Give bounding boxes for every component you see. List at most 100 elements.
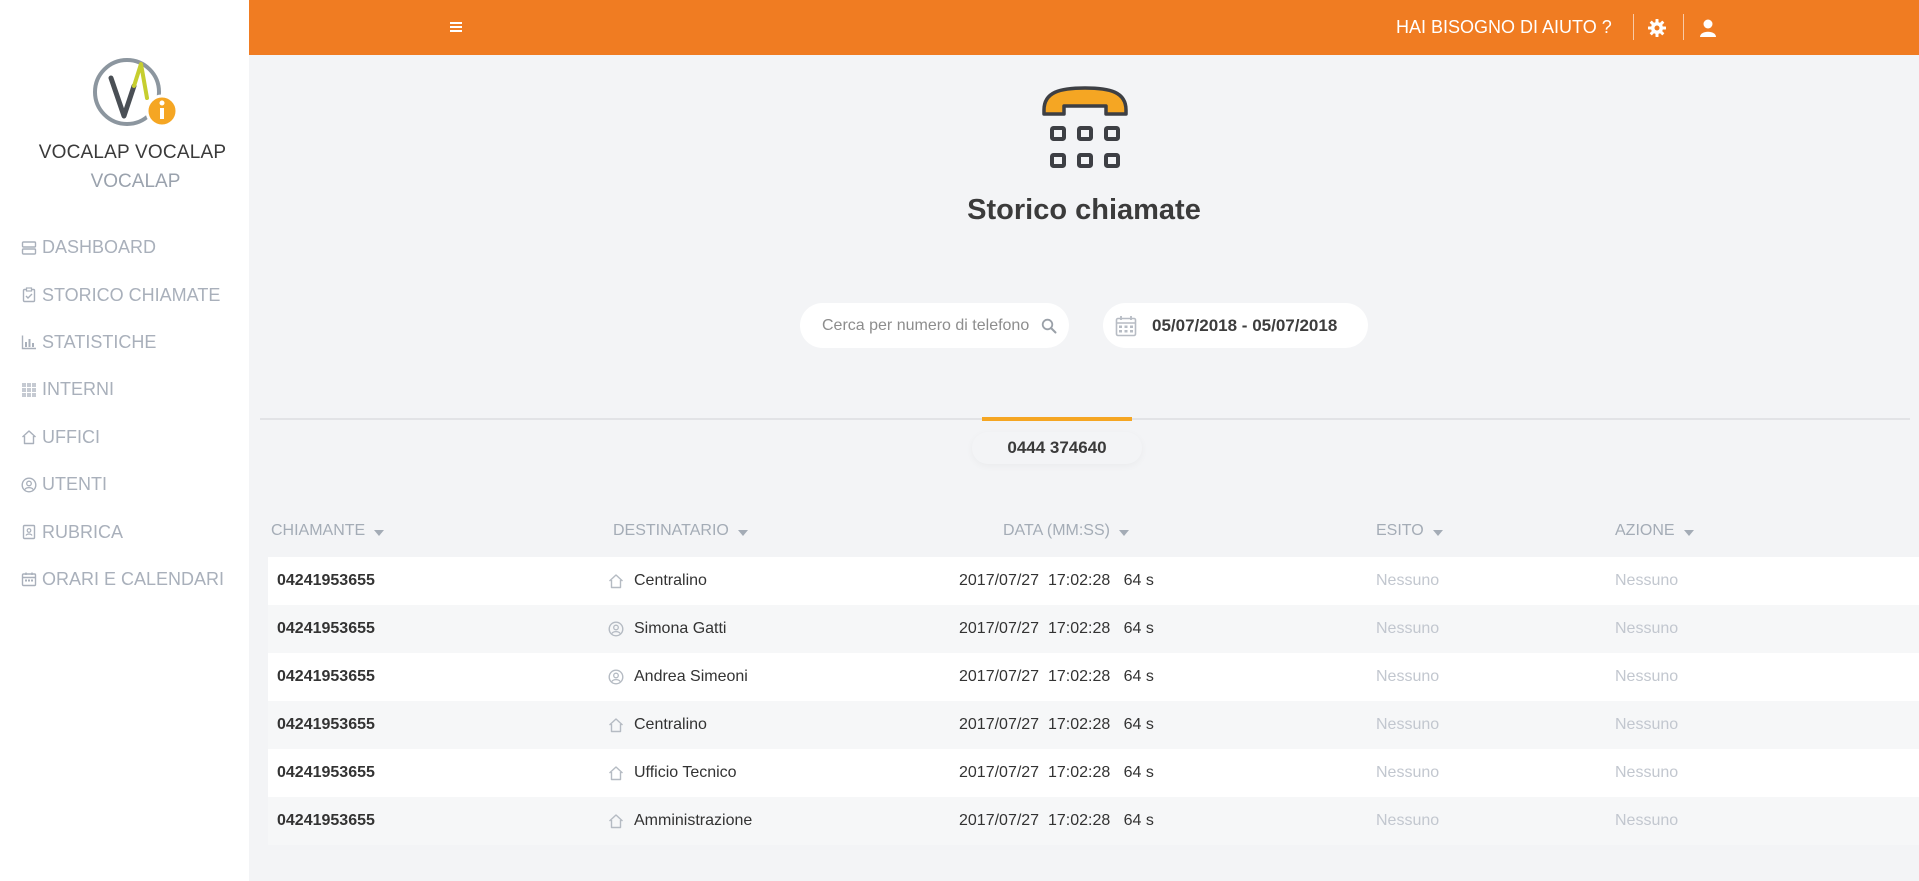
sidebar-item-utenti[interactable]: UTENTI <box>20 461 224 508</box>
sidebar-item-dashboard[interactable]: DASHBOARD <box>20 224 224 271</box>
recipient-name: Ufficio Tecnico <box>634 764 737 781</box>
page-title: Storico chiamate <box>967 194 1201 226</box>
call-outcome: Nessuno <box>1376 716 1440 733</box>
sidebar-item-label: INTERNI <box>42 379 114 400</box>
call-date: 2017/07/27 <box>959 572 1040 589</box>
call-time: 17:02:28 <box>1047 764 1111 781</box>
caller-number: 04241953655 <box>277 620 375 637</box>
telephone-icon <box>1042 86 1128 168</box>
search-icon[interactable] <box>1041 318 1057 334</box>
call-time: 17:02:28 <box>1047 620 1111 637</box>
table-row[interactable]: 04241953655 Centralino 2017/07/27 17:02:28… <box>268 701 1919 749</box>
call-time: 17:02:28 <box>1047 572 1111 589</box>
topbar-separator <box>1683 14 1684 40</box>
calls-table-body: 04241953655 Centralino 2017/07/27 17:02:28… <box>268 557 1919 845</box>
table-row[interactable]: 04241953655 Amministrazione 2017/07/27 17:… <box>268 797 1919 845</box>
table-row[interactable]: 04241953655 Simona Gatti 2017/07/27 17:02:… <box>268 605 1919 653</box>
call-action[interactable]: Nessuno <box>1615 797 1678 845</box>
dashboard-icon <box>20 239 38 257</box>
caller-number: 04241953655 <box>277 716 375 733</box>
sidebar-item-label: DASHBOARD <box>42 237 157 258</box>
sort-caret-icon <box>374 529 385 536</box>
call-date: 2017/07/27 <box>959 812 1040 829</box>
date-range-picker[interactable]: 05/07/2018 - 05/07/2018 <box>1103 303 1368 348</box>
call-outcome: Nessuno <box>1376 572 1440 589</box>
sidebar-nav: DASHBOARD STORICO CHIAMATE STATISTICHE I… <box>20 224 224 603</box>
call-duration: 64 s <box>1123 812 1154 829</box>
sidebar-item-label: UTENTI <box>42 474 107 495</box>
address-book-icon <box>20 523 38 541</box>
caller-number: 04241953655 <box>277 812 375 829</box>
call-outcome: Nessuno <box>1376 764 1440 781</box>
sidebar-item-statistiche[interactable]: STATISTICHE <box>20 319 224 366</box>
user-subtitle: VOCALAP <box>90 171 181 192</box>
recipient-name: Centralino <box>634 716 707 733</box>
call-time: 17:02:28 <box>1047 716 1111 733</box>
call-duration: 64 s <box>1123 668 1154 685</box>
help-link[interactable]: HAI BISOGNO DI AIUTO ? <box>1396 17 1612 38</box>
recipient: Centralino <box>608 557 707 605</box>
call-action[interactable]: Nessuno <box>1615 653 1678 701</box>
caller-number: 04241953655 <box>277 572 375 589</box>
sidebar-item-uffici[interactable]: UFFICI <box>20 414 224 461</box>
column-header-esito[interactable]: ESITO <box>1376 522 1443 540</box>
search-input[interactable] <box>822 303 1032 348</box>
call-duration: 64 s <box>1123 764 1154 781</box>
call-datetime: 2017/07/27 17:02:28 64 s <box>959 701 1154 749</box>
table-row[interactable]: 04241953655 Centralino 2017/07/27 17:02:28… <box>268 557 1919 605</box>
sidebar-item-label: UFFICI <box>42 426 100 447</box>
tab-number[interactable]: 0444 374640 <box>972 432 1142 464</box>
user-circle-icon <box>608 621 624 637</box>
table-row[interactable]: 04241953655 Andrea Simeoni 2017/07/27 17:0… <box>268 653 1919 701</box>
column-header-chiamante[interactable]: CHIAMANTE <box>271 522 385 540</box>
column-label: DESTINATARIO <box>613 522 729 539</box>
sort-caret-icon <box>1432 529 1443 536</box>
caller-number: 04241953655 <box>277 764 375 781</box>
sort-caret-icon <box>1683 529 1694 536</box>
phone-search <box>800 303 1069 348</box>
top-bar: HAI BISOGNO DI AIUTO ? <box>249 0 1919 55</box>
call-datetime: 2017/07/27 17:02:28 64 s <box>959 557 1154 605</box>
call-datetime: 2017/07/27 17:02:28 64 s <box>959 749 1154 797</box>
gear-icon[interactable] <box>1646 17 1668 39</box>
recipient: Simona Gatti <box>608 605 726 653</box>
call-action[interactable]: Nessuno <box>1615 557 1678 605</box>
column-header-data[interactable]: DATA (MM:SS) <box>1003 522 1129 540</box>
call-date: 2017/07/27 <box>959 620 1040 637</box>
bar-chart-icon <box>20 333 38 351</box>
calendar-icon <box>1115 316 1137 337</box>
grid-icon <box>20 381 38 399</box>
recipient-name: Amministrazione <box>634 812 753 829</box>
home-icon <box>608 717 624 733</box>
caller-number: 04241953655 <box>277 668 375 685</box>
hamburger-icon[interactable] <box>447 18 465 36</box>
recipient: Amministrazione <box>608 797 752 845</box>
call-action[interactable]: Nessuno <box>1615 605 1678 653</box>
call-date: 2017/07/27 <box>959 764 1040 781</box>
recipient: Andrea Simeoni <box>608 653 748 701</box>
sidebar-item-storico-chiamate[interactable]: STORICO CHIAMATE <box>20 271 224 318</box>
sidebar-item-rubrica[interactable]: RUBRICA <box>20 508 224 555</box>
call-datetime: 2017/07/27 17:02:28 64 s <box>959 797 1154 845</box>
call-date: 2017/07/27 <box>959 716 1040 733</box>
recipient-name: Simona Gatti <box>634 620 727 637</box>
active-tab-indicator <box>982 417 1132 421</box>
call-action[interactable]: Nessuno <box>1615 749 1678 797</box>
column-label: ESITO <box>1376 522 1424 539</box>
home-icon <box>20 428 38 446</box>
call-date: 2017/07/27 <box>959 668 1040 685</box>
column-header-destinatario[interactable]: DESTINATARIO <box>613 522 748 540</box>
sidebar-item-label: RUBRICA <box>42 521 124 542</box>
call-outcome: Nessuno <box>1376 620 1440 637</box>
column-header-azione[interactable]: AZIONE <box>1615 522 1694 540</box>
call-action[interactable]: Nessuno <box>1615 701 1678 749</box>
call-datetime: 2017/07/27 17:02:28 64 s <box>959 605 1154 653</box>
home-icon <box>608 813 624 829</box>
user-icon[interactable] <box>1697 17 1719 39</box>
calendar-icon <box>20 570 38 588</box>
table-row[interactable]: 04241953655 Ufficio Tecnico 2017/07/27 17:… <box>268 749 1919 797</box>
sidebar-item-orari-e-calendari[interactable]: ORARI E CALENDARI <box>20 556 224 603</box>
sidebar-item-interni[interactable]: INTERNI <box>20 366 224 413</box>
recipient-name: Centralino <box>634 572 707 589</box>
recipient-name: Andrea Simeoni <box>634 668 748 685</box>
